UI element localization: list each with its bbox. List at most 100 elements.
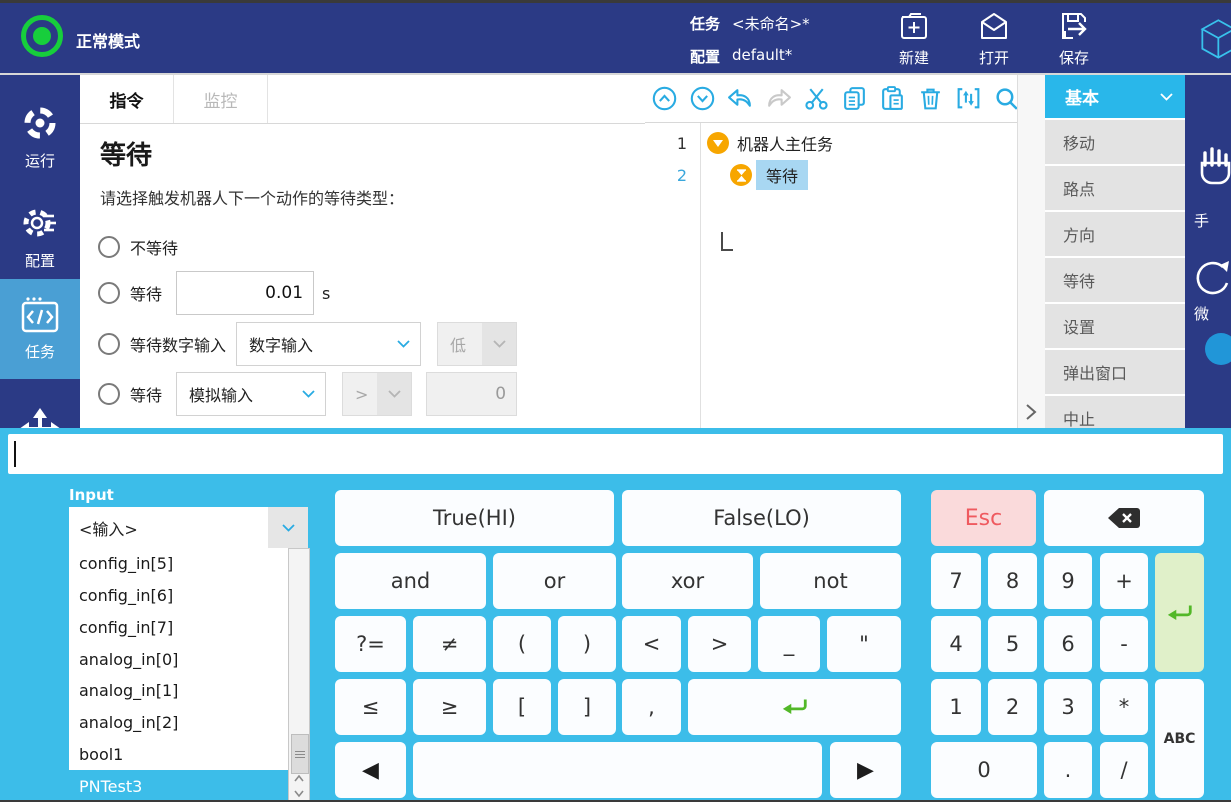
- key-not-equal[interactable]: ≠: [413, 616, 486, 672]
- key-esc[interactable]: Esc: [931, 490, 1036, 546]
- key-0[interactable]: 0: [931, 742, 1037, 798]
- key-space[interactable]: [413, 742, 822, 798]
- key-7[interactable]: 7: [931, 553, 981, 609]
- new-button[interactable]: 新建: [882, 9, 946, 68]
- key-bracket-open[interactable]: [: [493, 679, 551, 735]
- list-item[interactable]: config_in[6]: [69, 580, 288, 612]
- key-assign[interactable]: ?=: [335, 616, 406, 672]
- sidebar-item-task[interactable]: 任务: [0, 279, 80, 379]
- key-paren-open[interactable]: (: [493, 616, 551, 672]
- key-greater-than[interactable]: >: [688, 616, 751, 672]
- paste-icon[interactable]: [879, 85, 906, 112]
- command-item-wait[interactable]: 等待: [1045, 258, 1185, 302]
- undo-icon[interactable]: [727, 85, 754, 112]
- digital-level-dropdown[interactable]: 低: [437, 322, 517, 366]
- radio-wait-digital[interactable]: [98, 333, 120, 355]
- radio-wait-time[interactable]: [98, 282, 120, 304]
- key-true-hi[interactable]: True(HI): [335, 490, 614, 546]
- key-and[interactable]: and: [335, 553, 486, 609]
- collapse-panel-icon[interactable]: [1025, 403, 1037, 421]
- expression-input[interactable]: [8, 434, 1223, 474]
- hand-guide-icon[interactable]: [1193, 143, 1231, 189]
- key-less-than[interactable]: <: [622, 616, 681, 672]
- list-item[interactable]: analog_in[2]: [69, 707, 288, 739]
- key-abc-mode[interactable]: ABC: [1155, 679, 1204, 798]
- sidebar-item-config[interactable]: 配置: [0, 189, 80, 285]
- scroll-down-icon[interactable]: [293, 787, 305, 799]
- key-enter[interactable]: [1155, 553, 1204, 672]
- sidebar-item-run[interactable]: 运行: [0, 89, 80, 185]
- analog-input-dropdown[interactable]: 模拟输入: [176, 372, 326, 416]
- move-up-icon[interactable]: [651, 85, 678, 112]
- key-2[interactable]: 2: [988, 679, 1037, 735]
- key-3[interactable]: 3: [1044, 679, 1092, 735]
- analog-operator-dropdown[interactable]: >: [342, 372, 412, 416]
- search-icon[interactable]: [993, 85, 1020, 112]
- key-asterisk[interactable]: *: [1100, 679, 1148, 735]
- list-item[interactable]: analog_in[1]: [69, 675, 288, 707]
- command-category-dropdown[interactable]: 基本: [1045, 75, 1185, 118]
- key-or[interactable]: or: [493, 553, 616, 609]
- key-newline[interactable]: [688, 679, 901, 735]
- key-less-equal[interactable]: ≤: [335, 679, 406, 735]
- scroll-up-icon[interactable]: [293, 773, 305, 785]
- replace-icon[interactable]: [955, 85, 982, 112]
- key-1[interactable]: 1: [931, 679, 981, 735]
- key-backspace[interactable]: [1044, 490, 1204, 546]
- redo-icon[interactable]: [765, 85, 792, 112]
- command-item-waypoint[interactable]: 路点: [1045, 166, 1185, 210]
- digital-input-dropdown[interactable]: 数字输入: [236, 322, 421, 366]
- key-underscore[interactable]: _: [758, 616, 820, 672]
- key-6[interactable]: 6: [1044, 616, 1092, 672]
- command-item-direction[interactable]: 方向: [1045, 212, 1185, 256]
- list-item[interactable]: bool1: [69, 739, 288, 771]
- key-xor[interactable]: xor: [622, 553, 753, 609]
- key-not[interactable]: not: [760, 553, 901, 609]
- rail-indicator-circle[interactable]: [1205, 333, 1231, 365]
- tree-row-main-task[interactable]: 1 机器人主任务: [645, 129, 833, 157]
- open-button[interactable]: 打开: [962, 9, 1026, 68]
- key-dot[interactable]: .: [1044, 742, 1092, 798]
- key-plus[interactable]: +: [1100, 553, 1148, 609]
- option-no-wait[interactable]: 不等待: [98, 235, 178, 259]
- move-down-icon[interactable]: [689, 85, 716, 112]
- key-false-lo[interactable]: False(LO): [622, 490, 901, 546]
- cut-icon[interactable]: [803, 85, 830, 112]
- key-paren-close[interactable]: ): [558, 616, 616, 672]
- list-item[interactable]: config_in[5]: [69, 548, 288, 580]
- collapse-node-icon[interactable]: [707, 132, 729, 154]
- option-wait-digital[interactable]: 等待数字输入 数字输入 低: [98, 322, 517, 366]
- scrollbar-thumb[interactable]: [291, 734, 309, 774]
- key-quote[interactable]: ": [827, 616, 901, 672]
- key-slash[interactable]: /: [1100, 742, 1148, 798]
- list-item[interactable]: analog_in[0]: [69, 643, 288, 675]
- radio-no-wait[interactable]: [98, 236, 120, 258]
- option-wait-analog[interactable]: 等待 模拟输入 > 0: [98, 372, 517, 416]
- list-item-selected[interactable]: PNTest3: [69, 770, 288, 802]
- option-wait-time[interactable]: 等待 0.01 s: [98, 271, 330, 315]
- tab-monitor[interactable]: 监控: [174, 75, 268, 123]
- key-8[interactable]: 8: [988, 553, 1037, 609]
- command-item-abort[interactable]: 中止: [1045, 396, 1185, 428]
- fine-tune-icon[interactable]: [1191, 257, 1231, 301]
- command-item-move[interactable]: 移动: [1045, 120, 1185, 164]
- tab-instruction[interactable]: 指令: [80, 75, 174, 123]
- command-item-popup[interactable]: 弹出窗口: [1045, 350, 1185, 394]
- wait-time-input[interactable]: 0.01: [176, 271, 314, 315]
- key-9[interactable]: 9: [1044, 553, 1092, 609]
- list-scrollbar[interactable]: [288, 548, 310, 802]
- input-select-dropdown[interactable]: <输入>: [69, 507, 308, 548]
- key-greater-equal[interactable]: ≥: [413, 679, 486, 735]
- analog-value-input[interactable]: 0: [426, 372, 517, 416]
- key-cursor-right[interactable]: ▶: [830, 742, 901, 798]
- key-5[interactable]: 5: [988, 616, 1037, 672]
- key-bracket-close[interactable]: ]: [558, 679, 616, 735]
- command-item-set[interactable]: 设置: [1045, 304, 1185, 348]
- key-cursor-left[interactable]: ◀: [335, 742, 406, 798]
- save-button[interactable]: 保存: [1042, 9, 1106, 68]
- key-comma[interactable]: ,: [622, 679, 681, 735]
- key-minus[interactable]: -: [1100, 616, 1148, 672]
- key-4[interactable]: 4: [931, 616, 981, 672]
- radio-wait-analog[interactable]: [98, 383, 120, 405]
- copy-icon[interactable]: [841, 85, 868, 112]
